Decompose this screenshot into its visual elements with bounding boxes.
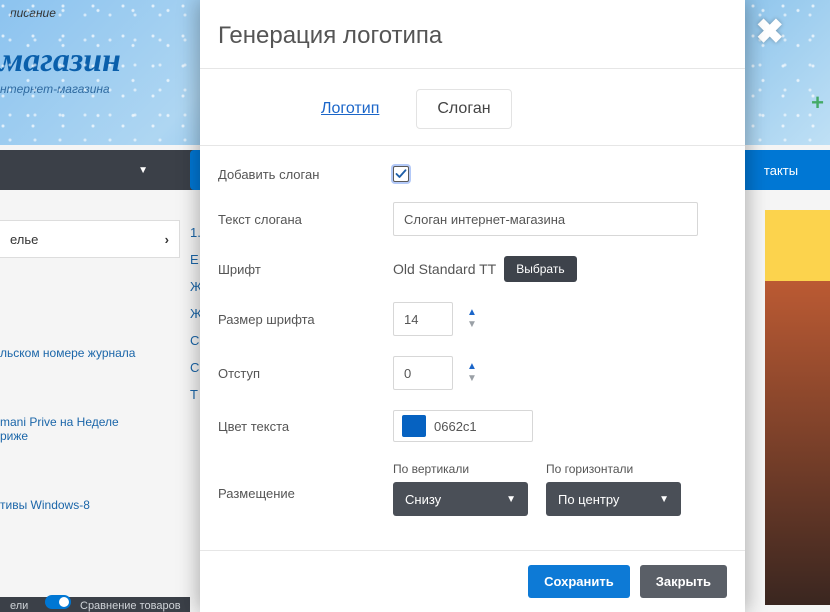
compare-toggle[interactable] — [45, 595, 71, 609]
site-logo-text: магазин — [0, 42, 121, 80]
chevron-down-icon: ▼ — [138, 165, 148, 176]
chevron-down-icon: ▼ — [506, 494, 516, 505]
logo-generator-modal: Генерация логотипа Логотип Слоган Добави… — [200, 0, 745, 612]
indent-stepper: ▲ ▼ — [465, 362, 479, 384]
modal-tabs: Логотип Слоган — [200, 69, 745, 145]
stepper-up-icon[interactable]: ▲ — [465, 308, 479, 318]
slogan-text-input[interactable] — [393, 202, 698, 236]
article-link-2[interactable]: mani Prive на Неделе риже — [0, 415, 119, 443]
choose-font-button[interactable]: Выбрать — [504, 256, 576, 282]
article-link-3[interactable]: тивы Windows-8 — [0, 498, 90, 512]
bottom-text-cut: ели — [10, 600, 28, 612]
color-hex-value: 0662c1 — [434, 419, 477, 434]
label-indent: Отступ — [218, 366, 393, 381]
font-size-input[interactable] — [393, 302, 453, 336]
vertical-select-value: Снизу — [405, 492, 441, 507]
label-horizontal: По горизонтали — [546, 462, 681, 476]
label-text-color: Цвет текста — [218, 419, 393, 434]
modal-footer: Сохранить Закрыть — [200, 550, 745, 612]
article-link-1[interactable]: льском номере журнала — [0, 346, 135, 360]
label-placement: Размещение — [218, 462, 393, 501]
close-button[interactable]: Закрыть — [640, 565, 727, 598]
indent-input[interactable] — [393, 356, 453, 390]
horizontal-select[interactable]: По центру ▼ — [546, 482, 681, 516]
label-font: Шрифт — [218, 262, 393, 277]
nav-contacts[interactable]: такты — [732, 150, 830, 190]
vertical-select[interactable]: Снизу ▼ — [393, 482, 528, 516]
stepper-down-icon[interactable]: ▼ — [465, 320, 479, 330]
font-size-stepper: ▲ ▼ — [465, 308, 479, 330]
add-slogan-checkbox[interactable] — [393, 166, 409, 182]
save-button[interactable]: Сохранить — [528, 565, 630, 598]
modal-title: Генерация логотипа — [200, 0, 745, 69]
chevron-down-icon: ▼ — [659, 494, 669, 505]
sidebar-category-label: елье — [10, 232, 38, 247]
tab-logo[interactable]: Логотип — [300, 89, 400, 129]
header-top-label: писание — [10, 6, 56, 20]
compare-label: Сравнение товаров — [80, 600, 181, 612]
stepper-down-icon[interactable]: ▼ — [465, 374, 479, 384]
close-icon[interactable]: ✖ — [756, 12, 785, 52]
label-font-size: Размер шрифта — [218, 312, 393, 327]
horizontal-select-value: По центру — [558, 492, 619, 507]
text-color-input[interactable]: 0662c1 — [393, 410, 533, 442]
tab-slogan[interactable]: Слоган — [416, 89, 511, 129]
color-swatch — [402, 415, 426, 437]
font-name-value: Old Standard TT — [393, 261, 496, 277]
label-slogan-text: Текст слогана — [218, 212, 393, 227]
stepper-up-icon[interactable]: ▲ — [465, 362, 479, 372]
nav-dropdown[interactable]: ▼ — [0, 150, 160, 190]
check-icon — [395, 168, 407, 180]
plus-icon[interactable]: + — [811, 90, 824, 116]
chevron-right-icon: › — [165, 232, 169, 247]
product-image — [765, 210, 830, 605]
label-vertical: По вертикали — [393, 462, 528, 476]
site-slogan-text: нтернет-магазина — [0, 82, 110, 96]
sidebar-category-item[interactable]: елье › — [0, 220, 180, 258]
label-add-slogan: Добавить слоган — [218, 167, 393, 182]
